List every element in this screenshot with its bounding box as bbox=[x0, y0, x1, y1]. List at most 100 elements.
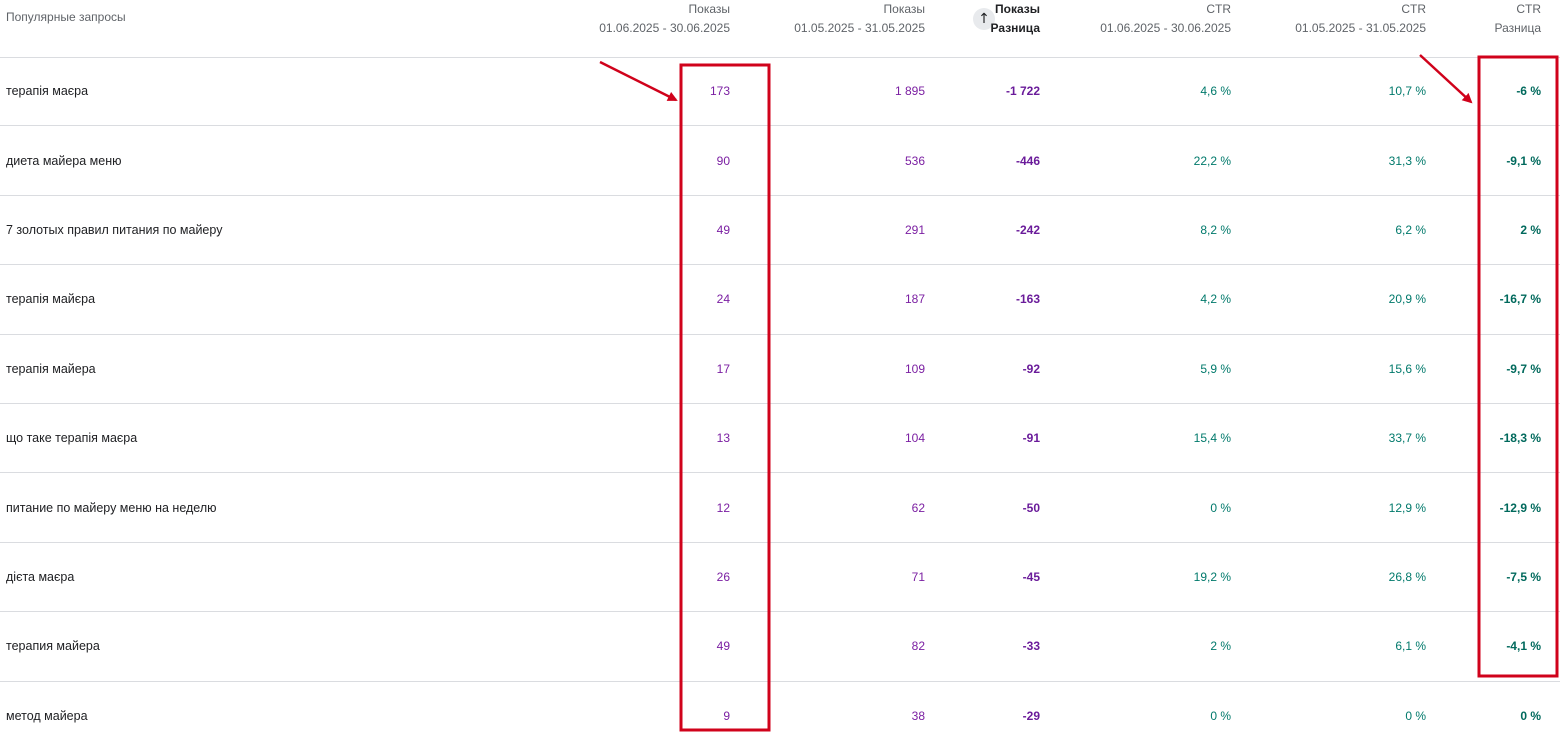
impressions-current-cell: 49 bbox=[716, 639, 730, 654]
impressions-previous-cell: 82 bbox=[911, 639, 925, 654]
query-cell: дієта маєра bbox=[6, 569, 75, 584]
ctr-previous-cell: 10,7 % bbox=[1388, 84, 1426, 99]
impressions-diff-cell: -163 bbox=[1015, 292, 1040, 307]
header-impressions-previous[interactable]: Показы 01.05.2025 - 31.05.2025 bbox=[794, 0, 925, 38]
ctr-current-cell: 15,4 % bbox=[1193, 431, 1231, 446]
query-cell: 7 золотых правил питания по майеру bbox=[6, 222, 223, 237]
ctr-previous-cell: 6,1 % bbox=[1395, 639, 1426, 654]
ctr-previous-cell: 12,9 % bbox=[1388, 500, 1426, 515]
ctr-diff-cell: -9,1 % bbox=[1506, 153, 1541, 168]
ctr-diff-cell: -16,7 % bbox=[1499, 292, 1541, 307]
header-metric-label: Показы bbox=[688, 2, 730, 16]
query-cell: терапия майера bbox=[6, 639, 100, 654]
table-row[interactable]: дієта маєра 26 71 -45 19,2 % 26,8 % -7,5… bbox=[0, 543, 1560, 613]
ctr-previous-cell: 26,8 % bbox=[1388, 569, 1426, 584]
ctr-current-cell: 0 % bbox=[1210, 709, 1231, 724]
header-queries[interactable]: Популярные запросы bbox=[6, 8, 126, 27]
impressions-previous-cell: 109 bbox=[904, 361, 925, 376]
table-row[interactable]: 7 золотых правил питания по майеру 49 29… bbox=[0, 196, 1560, 266]
impressions-diff-cell: -1 722 bbox=[1005, 84, 1040, 99]
ctr-previous-cell: 15,6 % bbox=[1388, 361, 1426, 376]
header-period-label: Разница bbox=[1494, 21, 1541, 35]
table-row[interactable]: терапія майєра 24 187 -163 4,2 % 20,9 % … bbox=[0, 265, 1560, 335]
ctr-current-cell: 8,2 % bbox=[1200, 222, 1231, 237]
ctr-current-cell: 22,2 % bbox=[1193, 153, 1231, 168]
ctr-diff-cell: -6 % bbox=[1516, 84, 1541, 99]
impressions-current-cell: 17 bbox=[716, 361, 730, 376]
ctr-previous-cell: 20,9 % bbox=[1388, 292, 1426, 307]
impressions-current-cell: 173 bbox=[709, 84, 730, 99]
ctr-previous-cell: 33,7 % bbox=[1388, 431, 1426, 446]
query-cell: диета майера меню bbox=[6, 153, 122, 168]
impressions-previous-cell: 187 bbox=[904, 292, 925, 307]
impressions-current-cell: 12 bbox=[716, 500, 730, 515]
impressions-current-cell: 90 bbox=[716, 153, 730, 168]
impressions-previous-cell: 1 895 bbox=[894, 84, 925, 99]
ctr-diff-cell: -12,9 % bbox=[1499, 500, 1541, 515]
ctr-diff-cell: -4,1 % bbox=[1506, 639, 1541, 654]
ctr-current-cell: 5,9 % bbox=[1200, 361, 1231, 376]
ctr-diff-cell: -18,3 % bbox=[1499, 431, 1541, 446]
ctr-current-cell: 2 % bbox=[1210, 639, 1231, 654]
ctr-diff-cell: 0 % bbox=[1520, 709, 1541, 724]
impressions-diff-cell: -33 bbox=[1022, 639, 1040, 654]
impressions-previous-cell: 62 bbox=[911, 500, 925, 515]
header-queries-label: Популярные запросы bbox=[6, 10, 126, 24]
header-period-label: 01.05.2025 - 31.05.2025 bbox=[794, 21, 925, 35]
table-body: терапія маєра 173 1 895 -1 722 4,6 % 10,… bbox=[0, 57, 1560, 751]
header-period-label: Разница bbox=[990, 21, 1040, 35]
impressions-diff-cell: -45 bbox=[1022, 569, 1040, 584]
ctr-previous-cell: 6,2 % bbox=[1395, 222, 1426, 237]
table-row[interactable]: терапія маєра 173 1 895 -1 722 4,6 % 10,… bbox=[0, 57, 1560, 127]
impressions-diff-cell: -92 bbox=[1022, 361, 1040, 376]
queries-table: Популярные запросы Показы 01.06.2025 - 3… bbox=[0, 0, 1560, 741]
header-impressions-diff[interactable]: Показы Разница bbox=[991, 0, 1040, 38]
header-metric-label: Показы bbox=[883, 2, 925, 16]
ctr-diff-cell: 2 % bbox=[1520, 222, 1541, 237]
impressions-diff-cell: -242 bbox=[1015, 222, 1040, 237]
impressions-diff-cell: -29 bbox=[1022, 709, 1040, 724]
ctr-current-cell: 4,2 % bbox=[1200, 292, 1231, 307]
table-row[interactable]: диета майера меню 90 536 -446 22,2 % 31,… bbox=[0, 126, 1560, 196]
impressions-current-cell: 26 bbox=[716, 569, 730, 584]
table-header: Популярные запросы Показы 01.06.2025 - 3… bbox=[0, 0, 1560, 58]
query-cell: терапія маєра bbox=[6, 84, 89, 99]
header-impressions-current[interactable]: Показы 01.06.2025 - 30.06.2025 bbox=[599, 0, 730, 38]
impressions-current-cell: 24 bbox=[716, 292, 730, 307]
header-ctr-previous[interactable]: CTR 01.05.2025 - 31.05.2025 bbox=[1295, 0, 1426, 38]
ctr-current-cell: 4,6 % bbox=[1200, 84, 1231, 99]
header-ctr-diff[interactable]: CTR Разница bbox=[1494, 0, 1541, 38]
impressions-current-cell: 13 bbox=[716, 431, 730, 446]
query-cell: питание по майеру меню на неделю bbox=[6, 500, 217, 515]
table-row[interactable]: метод майера 9 38 -29 0 % 0 % 0 % bbox=[0, 682, 1560, 751]
ctr-previous-cell: 31,3 % bbox=[1388, 153, 1426, 168]
query-cell: що таке терапія маєра bbox=[6, 431, 138, 446]
impressions-previous-cell: 71 bbox=[911, 569, 925, 584]
query-cell: метод майера bbox=[6, 709, 88, 724]
header-period-label: 01.06.2025 - 30.06.2025 bbox=[1100, 21, 1231, 35]
header-metric-label: CTR bbox=[1206, 2, 1231, 16]
ctr-current-cell: 19,2 % bbox=[1193, 569, 1231, 584]
table-row[interactable]: питание по майеру меню на неделю 12 62 -… bbox=[0, 473, 1560, 543]
query-cell: терапія майєра bbox=[6, 292, 96, 307]
impressions-previous-cell: 38 bbox=[911, 709, 925, 724]
ctr-previous-cell: 0 % bbox=[1405, 709, 1426, 724]
ctr-diff-cell: -7,5 % bbox=[1506, 569, 1541, 584]
impressions-previous-cell: 536 bbox=[904, 153, 925, 168]
query-cell: терапія майера bbox=[6, 361, 96, 376]
impressions-diff-cell: -446 bbox=[1015, 153, 1040, 168]
table-row[interactable]: терапия майера 49 82 -33 2 % 6,1 % -4,1 … bbox=[0, 612, 1560, 682]
header-metric-label: Показы bbox=[995, 2, 1040, 16]
impressions-diff-cell: -50 bbox=[1022, 500, 1040, 515]
header-metric-label: CTR bbox=[1516, 2, 1541, 16]
header-ctr-current[interactable]: CTR 01.06.2025 - 30.06.2025 bbox=[1100, 0, 1231, 38]
ctr-diff-cell: -9,7 % bbox=[1506, 361, 1541, 376]
table-row[interactable]: що таке терапія маєра 13 104 -91 15,4 % … bbox=[0, 404, 1560, 474]
table-row[interactable]: терапія майера 17 109 -92 5,9 % 15,6 % -… bbox=[0, 335, 1560, 404]
header-period-label: 01.05.2025 - 31.05.2025 bbox=[1295, 21, 1426, 35]
impressions-previous-cell: 104 bbox=[904, 431, 925, 446]
impressions-current-cell: 9 bbox=[723, 709, 730, 724]
header-metric-label: CTR bbox=[1401, 2, 1426, 16]
impressions-diff-cell: -91 bbox=[1022, 431, 1040, 446]
ctr-current-cell: 0 % bbox=[1210, 500, 1231, 515]
